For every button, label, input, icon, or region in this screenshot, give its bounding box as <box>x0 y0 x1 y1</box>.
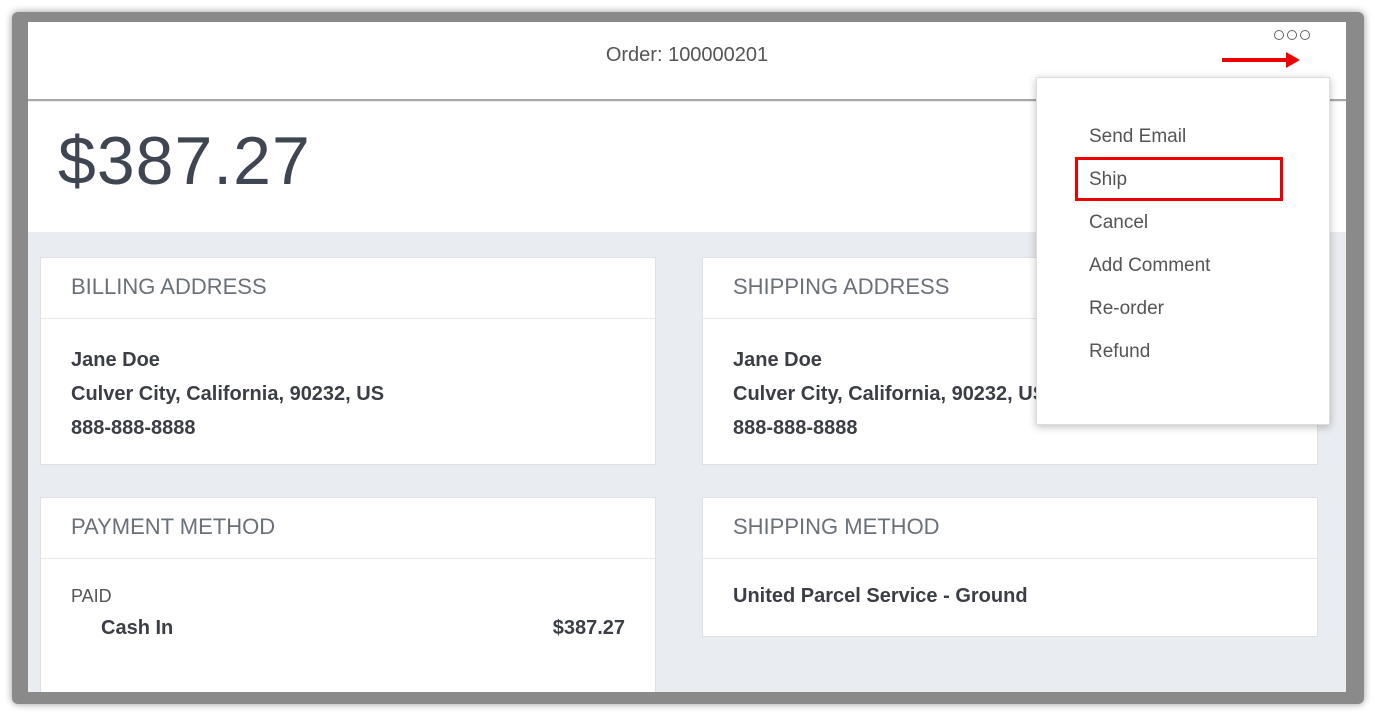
page-title: Order: 100000201 <box>605 44 769 66</box>
billing-phone: 888-888-8888 <box>71 417 196 439</box>
annotation-arrow-icon <box>1222 52 1300 68</box>
menu-item-add-comment[interactable]: Add Comment <box>1037 252 1329 295</box>
payment-method: Cash In <box>101 617 174 639</box>
menu-item-ship[interactable]: Ship <box>1037 166 1329 209</box>
card-title: BILLING ADDRESS <box>41 258 655 319</box>
payment-method-card: PAYMENT METHOD PAID Cash In $387.27 <box>40 497 656 692</box>
actions-menu: Send Email Ship Cancel Add Comment Re-or… <box>1036 77 1330 425</box>
billing-name: Jane Doe <box>71 349 160 371</box>
total-amount: $387.27 <box>58 123 311 199</box>
more-options-icon[interactable] <box>1274 30 1310 40</box>
payment-status: PAID <box>71 586 112 606</box>
menu-item-reorder[interactable]: Re-order <box>1037 295 1329 338</box>
card-title: PAYMENT METHOD <box>41 498 655 559</box>
billing-address-card: BILLING ADDRESS Jane Doe Culver City, Cal… <box>40 257 656 465</box>
menu-item-cancel[interactable]: Cancel <box>1037 209 1329 252</box>
payment-amount: $387.27 <box>552 617 625 639</box>
menu-item-send-email[interactable]: Send Email <box>1037 123 1329 166</box>
menu-item-refund[interactable]: Refund <box>1037 338 1329 381</box>
card-title: SHIPPING METHOD <box>703 498 1317 559</box>
shipping-method-value: United Parcel Service - Ground <box>733 585 1028 607</box>
shipping-method-card: SHIPPING METHOD United Parcel Service - … <box>702 497 1318 637</box>
billing-address: Culver City, California, 90232, US <box>71 383 385 405</box>
